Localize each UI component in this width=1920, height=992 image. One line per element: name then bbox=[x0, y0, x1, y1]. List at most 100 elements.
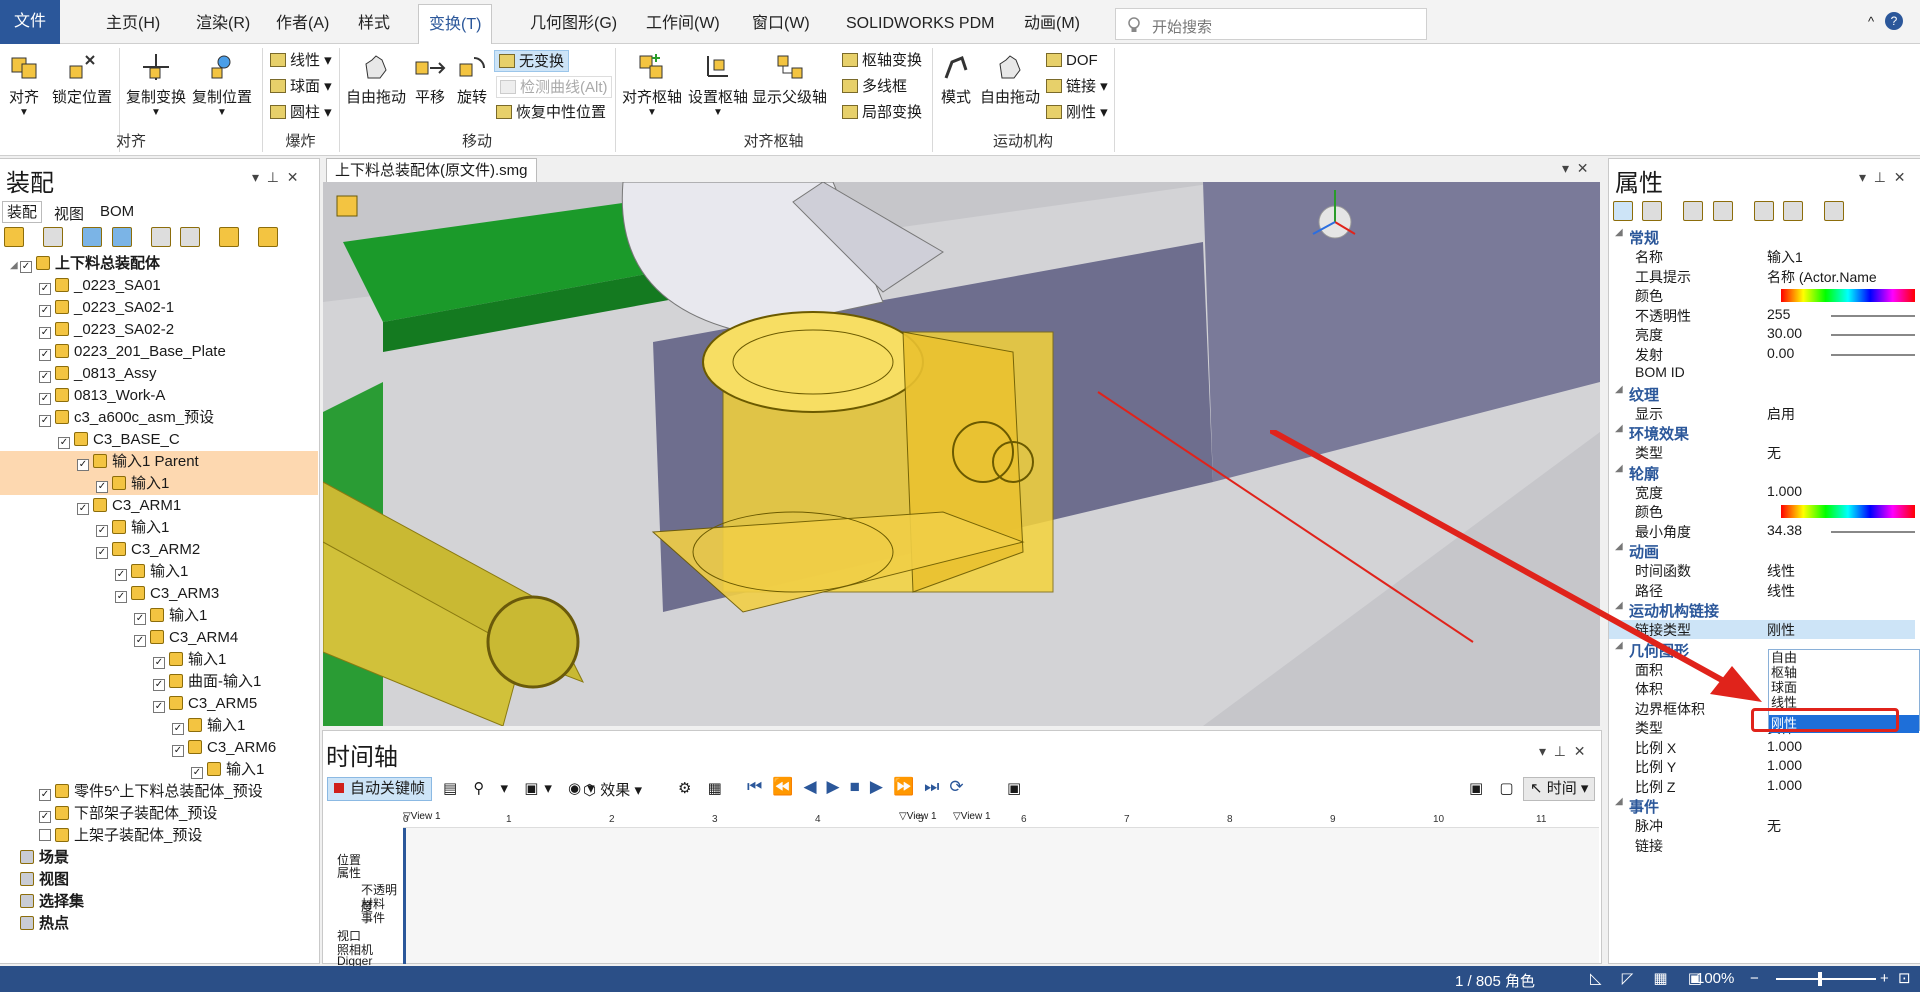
tab-view[interactable]: 视图 bbox=[54, 203, 84, 224]
property-row[interactable]: 脉冲 无 bbox=[1609, 816, 1915, 835]
panel-menu-icon[interactable]: ▾ ⊥ ✕ bbox=[252, 169, 299, 186]
dropdown-option[interactable]: 球面 bbox=[1769, 680, 1919, 695]
tree-item[interactable]: 视图 bbox=[0, 869, 318, 891]
dof-button[interactable]: DOF bbox=[1046, 50, 1098, 72]
tree-item[interactable]: ✓ 输入1 bbox=[0, 517, 318, 539]
property-row[interactable]: 比例 X 1.000 bbox=[1609, 738, 1915, 757]
tab-9[interactable]: SOLIDWORKS PDM bbox=[836, 4, 1004, 44]
effect-button[interactable]: ⬡ 效果 ▾ bbox=[583, 779, 642, 800]
visibility-checkbox[interactable]: ✓ bbox=[115, 591, 127, 603]
time-mode-button[interactable]: ↖ 时间 ▾ bbox=[1523, 777, 1596, 801]
visibility-checkbox[interactable]: ✓ bbox=[77, 459, 89, 471]
playback-controls[interactable]: ⏮⏪◀▶■▶⏩⏭⟳ bbox=[747, 777, 974, 797]
refresh-icon[interactable] bbox=[1753, 201, 1774, 221]
tab-0[interactable]: 文件 bbox=[0, 0, 61, 44]
section-toggle-icon[interactable]: ◢ bbox=[1615, 227, 1625, 238]
tree-item[interactable]: ✓ _0813_Assy bbox=[0, 363, 318, 385]
camera-icon[interactable]: ▣ bbox=[1007, 779, 1021, 797]
tree-item[interactable]: 场景 bbox=[0, 847, 318, 869]
value-slider[interactable] bbox=[1831, 314, 1915, 317]
visibility-checkbox[interactable]: ✓ bbox=[39, 283, 51, 295]
value-slider[interactable] bbox=[1831, 353, 1915, 356]
property-row[interactable]: 链接 bbox=[1609, 836, 1915, 855]
tree-item[interactable]: ✓ C3_ARM2 bbox=[0, 539, 318, 561]
help-icon[interactable]: ? bbox=[1885, 12, 1903, 30]
value-slider[interactable] bbox=[1831, 530, 1915, 533]
tab-assembly[interactable]: 装配 bbox=[2, 201, 43, 223]
panel-controls[interactable]: ▾ ⊥ ✕ bbox=[1859, 169, 1906, 186]
table-icon[interactable] bbox=[179, 227, 200, 247]
visibility-checkbox[interactable]: ✓ bbox=[115, 569, 127, 581]
local-transform-button[interactable]: 局部变换 bbox=[842, 102, 922, 124]
property-row[interactable]: 不透明性 255 bbox=[1609, 306, 1915, 325]
export-icon[interactable] bbox=[1824, 201, 1845, 221]
tab-10[interactable]: 动画(M) bbox=[1014, 4, 1090, 44]
value-slider[interactable] bbox=[1831, 334, 1915, 336]
visibility-checkbox[interactable]: ✓ bbox=[39, 393, 51, 405]
track-label[interactable]: 属性 bbox=[337, 864, 361, 881]
visibility-checkbox[interactable]: ✓ bbox=[77, 503, 89, 515]
rotate-button[interactable]: 旋转 bbox=[456, 52, 488, 107]
property-row[interactable]: 亮度 30.00 bbox=[1609, 325, 1915, 344]
mock-button[interactable]: 模式 bbox=[940, 52, 972, 107]
tree-item[interactable]: ✓ 曲面-输入1 bbox=[0, 671, 318, 693]
visibility-checkbox[interactable]: ✓ bbox=[191, 767, 203, 779]
tree-item[interactable]: ✓ C3_BASE_C bbox=[0, 429, 318, 451]
visibility-checkbox[interactable]: ✓ bbox=[20, 261, 32, 273]
status-tools[interactable]: ◺ ◸ ▦ ▣ bbox=[1590, 969, 1710, 987]
tab-3[interactable]: 作者(A) bbox=[266, 4, 339, 44]
section-toggle-icon[interactable]: ◢ bbox=[1615, 796, 1625, 807]
property-row[interactable]: 名称 输入1 bbox=[1609, 247, 1915, 266]
free-drag2-button[interactable]: 自由拖动 bbox=[980, 52, 1040, 107]
tree-item[interactable]: ✓ 下部架子装配体_预设 bbox=[0, 803, 318, 825]
sort-az-icon[interactable] bbox=[1642, 201, 1663, 221]
align-button[interactable]: 对齐 ▼ bbox=[8, 52, 40, 118]
rigid-button[interactable]: 刚性 ▾ bbox=[1046, 102, 1108, 124]
tree-item[interactable]: 选择集 bbox=[0, 891, 318, 913]
tree-item[interactable]: ✓ C3_ARM4 bbox=[0, 627, 318, 649]
zoom-knob[interactable] bbox=[1818, 972, 1822, 986]
visibility-checkbox[interactable]: ✓ bbox=[58, 437, 70, 449]
timeline-track-area[interactable]: 0 1 2 3 4 5 6 7 8 9 10 11 bbox=[403, 814, 1599, 964]
tree-item[interactable]: ◢ ✓ 上下料总装配体 bbox=[0, 253, 318, 275]
tree-item[interactable]: ✓ 输入1 bbox=[0, 649, 318, 671]
tab-4[interactable]: 样式 bbox=[348, 4, 400, 44]
copy-position-button[interactable]: 复制位置 ▼ bbox=[192, 52, 252, 118]
visibility-checkbox[interactable]: ✓ bbox=[134, 635, 146, 647]
add-icon[interactable] bbox=[258, 227, 279, 247]
sort-icon[interactable] bbox=[150, 227, 171, 247]
zoom-slider[interactable] bbox=[1776, 978, 1876, 980]
collapse-icon[interactable] bbox=[111, 227, 132, 247]
marker-3[interactable]: ▽View 1 bbox=[953, 811, 991, 822]
visibility-checkbox[interactable]: ✓ bbox=[172, 745, 184, 757]
multi-frame-button[interactable]: 多线框 bbox=[842, 76, 907, 98]
tree-item[interactable]: ✓ _0223_SA02-1 bbox=[0, 297, 318, 319]
tree-item[interactable]: ✓ _0223_SA01 bbox=[0, 275, 318, 297]
tree-item[interactable]: ✓ 输入1 bbox=[0, 605, 318, 627]
linear-explode-button[interactable]: 线性 ▾ bbox=[270, 50, 332, 72]
property-row[interactable]: 比例 Y 1.000 bbox=[1609, 757, 1915, 776]
visibility-checkbox[interactable]: ✓ bbox=[39, 305, 51, 317]
tree-item[interactable]: ✓ 0813_Work-A bbox=[0, 385, 318, 407]
redo-icon[interactable] bbox=[1712, 201, 1733, 221]
collapse-ribbon-icon[interactable]: ^ bbox=[1868, 14, 1874, 29]
visibility-checkbox[interactable]: ✓ bbox=[172, 723, 184, 735]
zoom-in-button[interactable]: + bbox=[1880, 970, 1889, 987]
tree-item[interactable]: ✓ 输入1 bbox=[0, 473, 318, 495]
align-pivot-button[interactable]: 对齐枢轴 ▼ bbox=[622, 52, 682, 118]
visibility-checkbox[interactable]: ✓ bbox=[134, 613, 146, 625]
color-picker[interactable] bbox=[1781, 505, 1915, 518]
visibility-checkbox[interactable]: ✓ bbox=[39, 789, 51, 801]
search-box[interactable]: 开始搜索 bbox=[1115, 8, 1427, 40]
dropdown-option[interactable]: 自由 bbox=[1769, 650, 1919, 665]
timeline-right-tools[interactable]: ▣ ▢ bbox=[1469, 779, 1520, 797]
tree-item[interactable]: ✓ 输入1 bbox=[0, 561, 318, 583]
pivot-transform-button[interactable]: 枢轴变换 bbox=[842, 50, 922, 72]
tab-6[interactable]: 几何图形(G) bbox=[520, 4, 627, 44]
undo-icon[interactable] bbox=[1683, 201, 1704, 221]
timeline-tools2[interactable]: ⚙ ▦ bbox=[678, 779, 728, 797]
tab-5[interactable]: 变换(T) bbox=[418, 4, 493, 44]
zoom-out-button[interactable]: − bbox=[1750, 970, 1759, 987]
document-tab[interactable]: 上下料总装配体(原文件).smg bbox=[326, 158, 537, 182]
tree-item[interactable]: ✓ 输入1 bbox=[0, 759, 318, 781]
